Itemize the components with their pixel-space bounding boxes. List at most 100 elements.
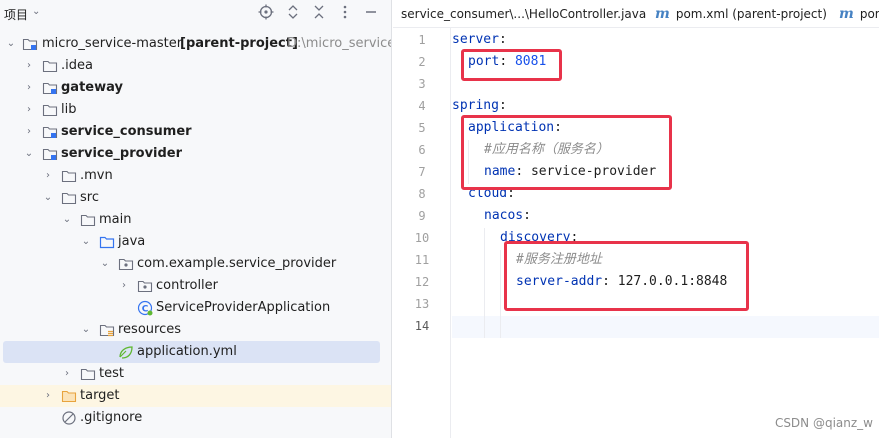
source-folder-icon xyxy=(99,234,115,250)
more-options-icon[interactable] xyxy=(336,4,354,22)
line-number: 5 xyxy=(418,121,426,135)
chevron-right-icon[interactable]: › xyxy=(60,366,74,382)
hide-panel-icon[interactable] xyxy=(362,4,380,22)
yaml-key: nacos xyxy=(484,208,524,223)
tree-item-application-yml[interactable]: application.yml xyxy=(0,341,391,363)
folder-icon xyxy=(42,58,58,74)
spring-class-icon: C xyxy=(137,300,153,316)
tree-item-label: gateway xyxy=(61,80,123,95)
tree-item-service-provider[interactable]: ⌄ service_provider xyxy=(0,143,391,165)
tree-item-label: src xyxy=(80,190,99,205)
tree-item-root[interactable]: ⌄ micro_service-master [parent-project] … xyxy=(0,33,392,55)
chevron-down-icon[interactable]: ⌄ xyxy=(60,212,74,228)
tree-item-controller[interactable]: › controller xyxy=(0,275,391,297)
line-number: 10 xyxy=(414,231,430,245)
code-line-4[interactable]: spring: xyxy=(452,95,507,117)
tree-item-java[interactable]: ⌄ java xyxy=(0,231,391,253)
tree-item-label: com.example.service_provider xyxy=(137,256,337,271)
tree-item-label: lib xyxy=(61,102,77,117)
annotation-box-application-name xyxy=(461,115,672,190)
tree-item-service-consumer[interactable]: › service_consumer xyxy=(0,121,391,143)
tree-item-label: ServiceProviderApplication xyxy=(156,300,331,315)
tree-item-label: .mvn xyxy=(80,168,113,183)
tree-item-idea[interactable]: › .idea xyxy=(0,55,391,77)
expand-all-icon[interactable] xyxy=(284,4,302,22)
tree-item-test[interactable]: › test xyxy=(0,363,391,385)
current-line-highlight xyxy=(452,316,879,338)
chevron-down-icon[interactable]: ⌄ xyxy=(79,234,93,250)
tree-item-gitignore[interactable]: .gitignore xyxy=(0,407,391,429)
line-number: 1 xyxy=(418,33,426,47)
chevron-down-icon[interactable]: ⌄ xyxy=(98,256,112,272)
chevron-right-icon[interactable]: › xyxy=(22,58,36,74)
tab-pom-other[interactable]: mpom xyxy=(839,0,879,27)
tab-label: service_consumer\...\HelloController.jav… xyxy=(401,7,647,21)
tree-item-label: target xyxy=(80,388,120,403)
chevron-right-icon[interactable]: › xyxy=(41,388,55,404)
tree-item-label: micro_service-master xyxy=(42,36,183,51)
tree-item-src[interactable]: ⌄ src xyxy=(0,187,391,209)
tab-hello-controller[interactable]: service_consumer\...\HelloController.jav… xyxy=(401,0,647,27)
module-folder-icon xyxy=(22,36,38,52)
tree-item-label: java xyxy=(118,234,146,249)
tree-item-label: main xyxy=(99,212,132,227)
chevron-right-icon[interactable]: › xyxy=(22,80,36,96)
project-panel-header: 项目 ⌄ xyxy=(0,0,391,28)
tree-item-mvn[interactable]: › .mvn xyxy=(0,165,391,187)
folder-icon xyxy=(61,168,77,184)
tree-item-path: D:\micro_service- xyxy=(287,36,392,51)
code-line-9[interactable]: nacos: xyxy=(484,205,531,227)
chevron-down-icon[interactable]: ⌄ xyxy=(79,322,93,338)
tab-pom-parent[interactable]: m pom.xml (parent-project) xyxy=(655,0,827,27)
line-number: 12 xyxy=(414,275,430,289)
resources-folder-icon xyxy=(99,322,115,338)
project-panel-title[interactable]: 项目 xyxy=(4,6,28,23)
project-panel: 项目 ⌄ ⌄ micro_service-master [parent-proj… xyxy=(0,0,392,438)
tree-item-target[interactable]: › target xyxy=(0,385,391,407)
line-number: 9 xyxy=(418,209,426,223)
yaml-key: spring xyxy=(452,98,499,113)
collapse-all-icon[interactable] xyxy=(310,4,328,22)
tree-item-label: application.yml xyxy=(137,344,237,359)
tree-item-label: controller xyxy=(156,278,219,293)
line-number: 6 xyxy=(418,143,426,157)
tree-item-gateway[interactable]: › gateway xyxy=(0,77,391,99)
chevron-down-icon[interactable]: ⌄ xyxy=(41,190,55,206)
yaml-key: server xyxy=(452,32,499,47)
maven-icon: m xyxy=(655,6,670,22)
excluded-folder-icon xyxy=(61,388,77,404)
chevron-down-icon[interactable]: ⌄ xyxy=(4,36,18,52)
chevron-right-icon[interactable]: › xyxy=(22,124,36,140)
line-number: 7 xyxy=(418,165,426,179)
chevron-right-icon[interactable]: › xyxy=(22,102,36,118)
yaml-file-icon xyxy=(118,344,134,360)
chevron-right-icon[interactable]: › xyxy=(41,168,55,184)
chevron-down-icon[interactable]: ⌄ xyxy=(22,146,36,162)
tree-item-package[interactable]: ⌄ com.example.service_provider xyxy=(0,253,391,275)
tree-item-label: service_consumer xyxy=(61,124,192,139)
chevron-down-icon[interactable]: ⌄ xyxy=(32,6,40,17)
tree-item-lib[interactable]: › lib xyxy=(0,99,391,121)
annotation-box-server-addr xyxy=(504,241,749,311)
module-folder-icon xyxy=(42,124,58,140)
line-number: 2 xyxy=(418,55,426,69)
tree-item-resources[interactable]: ⌄ resources xyxy=(0,319,391,341)
package-icon xyxy=(118,256,134,272)
line-number: 13 xyxy=(414,297,430,311)
line-number: 14 xyxy=(414,319,430,333)
folder-icon xyxy=(80,212,96,228)
ignore-file-icon xyxy=(61,410,77,426)
tree-item-label: .idea xyxy=(61,58,93,73)
maven-icon: m xyxy=(839,6,854,22)
code-line-1[interactable]: server: xyxy=(452,29,507,51)
watermark: CSDN @qianz_w xyxy=(774,416,873,430)
tree-item-label: service_provider xyxy=(61,146,183,161)
chevron-right-icon[interactable]: › xyxy=(117,278,131,294)
tree-item-label: .gitignore xyxy=(80,410,143,425)
tree-item-extra: [parent-project] xyxy=(180,36,298,51)
tree-item-main[interactable]: ⌄ main xyxy=(0,209,391,231)
tab-label: pom.xml (parent-project) xyxy=(675,7,827,21)
tree-item-service-provider-application[interactable]: C ServiceProviderApplication xyxy=(0,297,391,319)
locate-icon[interactable] xyxy=(257,4,275,22)
line-number: 3 xyxy=(418,77,426,91)
